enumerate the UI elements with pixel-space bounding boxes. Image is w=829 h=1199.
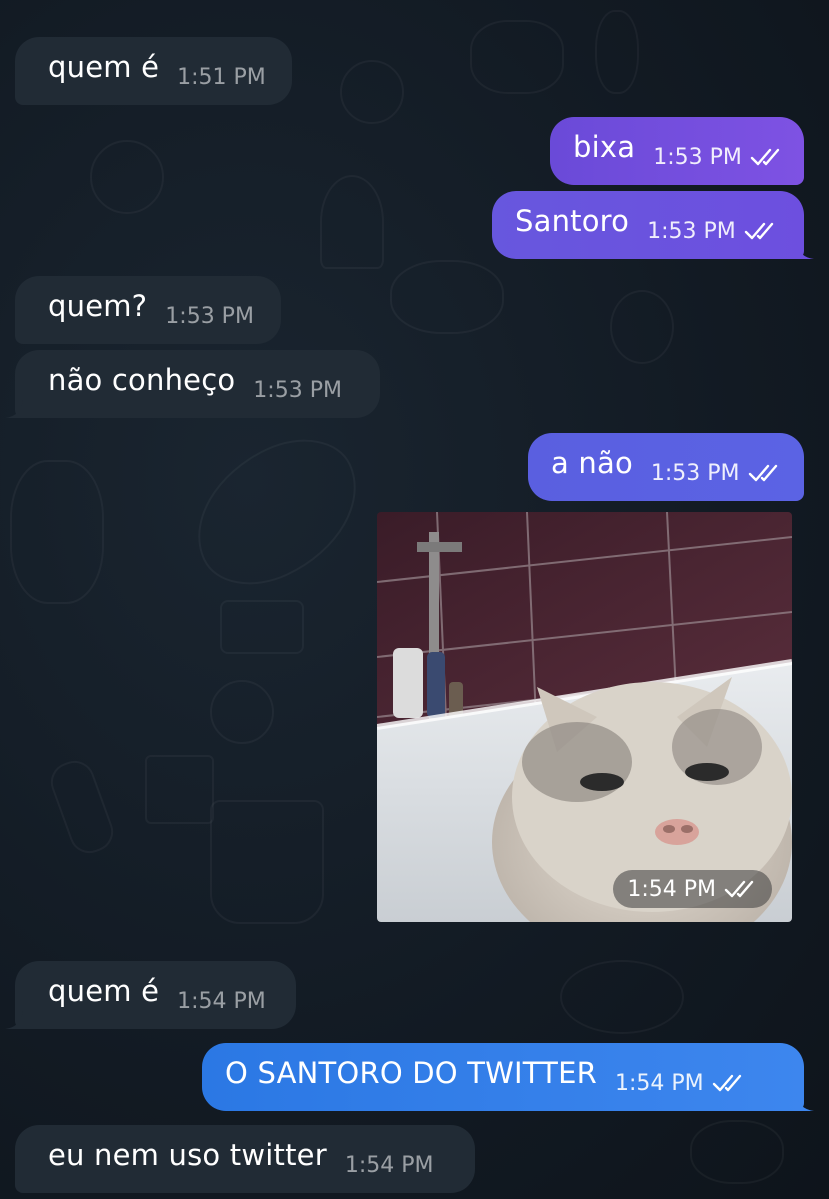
message-meta: 1:54 PM (615, 1071, 746, 1096)
message-bubble-outgoing[interactable]: bixa 1:53 PM (550, 117, 804, 185)
wallpaper-doodle (610, 290, 674, 364)
bubble-tail (5, 1011, 23, 1029)
message-text: bixa (573, 130, 636, 164)
double-check-icon (750, 148, 780, 166)
message-text: quem é (48, 50, 160, 84)
wallpaper-doodle (90, 140, 164, 214)
wallpaper-doodle (45, 755, 119, 859)
wallpaper-doodle (210, 680, 274, 744)
message-bubble-outgoing[interactable]: a não 1:53 PM (528, 433, 804, 501)
wallpaper-doodle (595, 10, 639, 94)
message-time: 1:53 PM (165, 303, 254, 329)
message-text: a não (551, 446, 633, 480)
message-time: 1:51 PM (177, 64, 266, 90)
message-bubble-outgoing[interactable]: O SANTORO DO TWITTER 1:54 PM (202, 1043, 814, 1111)
wallpaper-doodle (390, 260, 504, 334)
wallpaper-doodle (220, 600, 304, 654)
wallpaper-doodle (320, 175, 384, 269)
message-bubble-outgoing[interactable]: Santoro 1:53 PM (492, 191, 814, 259)
message-meta: 1:54 PM (177, 989, 266, 1014)
wallpaper-doodle (210, 800, 324, 924)
wallpaper-doodle (145, 755, 214, 824)
message-meta: 1:53 PM (165, 304, 254, 329)
double-check-icon (724, 880, 754, 898)
double-check-icon (744, 222, 773, 240)
photo-message[interactable]: 1:54 PM (377, 512, 792, 922)
chat-area[interactable]: quem é 1:51 PM bixa 1:53 PM Santoro 1:53… (0, 0, 829, 1199)
message-meta: 1:54 PM (345, 1153, 434, 1178)
message-meta: 1:53 PM (647, 219, 778, 244)
photo-time-badge: 1:54 PM (613, 870, 772, 908)
bubble-tail (5, 400, 23, 418)
message-time: 1:54 PM (627, 876, 716, 902)
message-text: O SANTORO DO TWITTER (225, 1056, 597, 1090)
message-text: quem? (48, 289, 148, 323)
message-time: 1:53 PM (650, 460, 740, 486)
message-bubble-incoming[interactable]: quem é 1:51 PM (15, 37, 292, 105)
double-check-icon (748, 464, 777, 482)
wallpaper-doodle (690, 1120, 784, 1184)
message-text: quem é (48, 974, 160, 1008)
bubble-tail (796, 1093, 814, 1111)
wallpaper-doodle (560, 960, 684, 1034)
message-time: 1:54 PM (614, 1070, 704, 1096)
message-time: 1:53 PM (253, 377, 342, 403)
message-bubble-incoming[interactable]: não conheço 1:53 PM (5, 350, 380, 418)
message-meta: 1:53 PM (253, 378, 342, 403)
message-time: 1:54 PM (344, 1152, 434, 1178)
message-text: não conheço (48, 363, 236, 397)
bubble-tail (796, 241, 814, 259)
double-check-icon (712, 1074, 741, 1092)
wallpaper-doodle (340, 60, 404, 124)
wallpaper-doodle (171, 419, 383, 605)
message-bubble-incoming[interactable]: eu nem uso twitter 1:54 PM (15, 1125, 475, 1193)
message-meta: 1:51 PM (177, 65, 266, 90)
message-text: eu nem uso twitter (48, 1138, 327, 1172)
message-meta: 1:53 PM (653, 145, 784, 170)
wallpaper-doodle (470, 20, 564, 94)
message-time: 1:53 PM (653, 144, 742, 170)
message-bubble-incoming[interactable]: quem? 1:53 PM (15, 276, 281, 344)
message-time: 1:53 PM (647, 218, 736, 244)
message-bubble-incoming[interactable]: quem é 1:54 PM (5, 961, 296, 1029)
cat-in-bathtub-photo (377, 512, 792, 922)
wallpaper-doodle (10, 460, 104, 604)
message-text: Santoro (515, 204, 630, 238)
message-meta: 1:53 PM (651, 461, 782, 486)
message-time: 1:54 PM (177, 988, 266, 1014)
